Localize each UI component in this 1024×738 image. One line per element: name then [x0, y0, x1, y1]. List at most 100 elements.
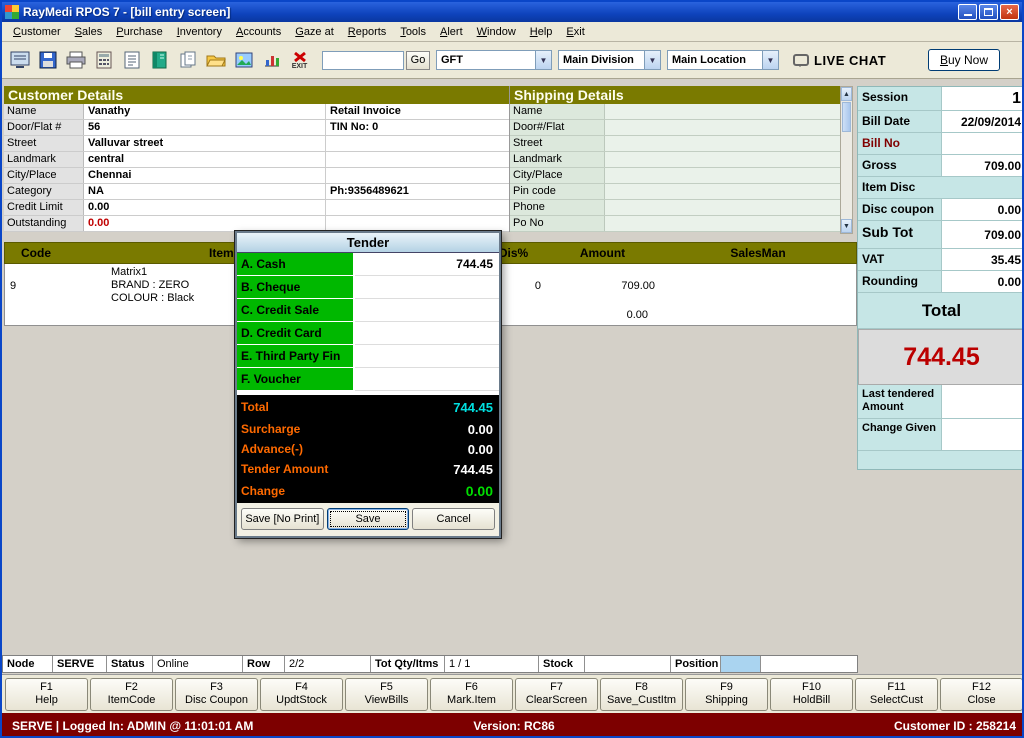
menu-customer[interactable]: Customer: [6, 24, 68, 40]
node-label: Node: [3, 656, 53, 672]
exit-icon[interactable]: EXIT: [286, 46, 313, 74]
ledger-icon[interactable]: [146, 46, 173, 74]
summary-gross: Gross 709.00: [858, 155, 1022, 177]
summary-session: Session 1: [858, 87, 1022, 111]
buy-now-button[interactable]: Buy Now: [928, 49, 1000, 71]
shipping-row-cityplace: City/Place: [510, 168, 840, 184]
tender-change-row: Change 0.00: [237, 479, 499, 503]
shipping-row-pincode: Pin code: [510, 184, 840, 200]
customer-row-category: Category NA Ph:9356489621: [4, 184, 509, 200]
maximize-button[interactable]: [979, 4, 998, 20]
shipping-row-phone: Phone: [510, 200, 840, 216]
tender-total-row: Total 744.45: [237, 395, 499, 419]
position-label: Position: [671, 656, 721, 672]
summary-filler: [858, 451, 1022, 469]
close-button[interactable]: ×: [1000, 4, 1019, 20]
menu-window[interactable]: Window: [470, 24, 523, 40]
f10-holdbill-button[interactable]: F10 HoldBill: [770, 677, 853, 711]
menu-alert[interactable]: Alert: [433, 24, 470, 40]
shipping-details-panel: Shipping Details Name Door#/Flat Street …: [510, 86, 840, 232]
menu-purchase[interactable]: Purchase: [109, 24, 169, 40]
f4-updtstock-button[interactable]: F4 UpdtStock: [260, 677, 343, 711]
save-button[interactable]: Save: [326, 508, 410, 530]
scrollbar-track[interactable]: [841, 101, 852, 219]
menu-exit[interactable]: Exit: [559, 24, 591, 40]
tender-advance-row: Advance(-) 0.00: [237, 439, 499, 459]
stock-label: Stock: [539, 656, 585, 672]
f6-mark-item-button[interactable]: F6 Mark.Item: [430, 677, 513, 711]
menu-reports[interactable]: Reports: [341, 24, 394, 40]
summary-total-label: Total: [858, 293, 1022, 329]
menu-tools[interactable]: Tools: [393, 24, 433, 40]
chevron-down-icon[interactable]: ▼: [762, 51, 778, 69]
row-label: Row: [243, 656, 285, 672]
app-icon: [5, 5, 19, 19]
open-folder-icon[interactable]: [202, 46, 229, 74]
shipping-scrollbar[interactable]: ▲ ▼: [840, 86, 853, 234]
menu-inventory[interactable]: Inventory: [170, 24, 229, 40]
live-chat-link[interactable]: LIVE CHAT: [793, 53, 886, 68]
f12-close-button[interactable]: F12 Close: [940, 677, 1022, 711]
shipping-row-landmark: Landmark: [510, 152, 840, 168]
tender-row-voucher: F. Voucher: [237, 368, 499, 391]
customer-details-title: Customer Details: [4, 86, 509, 104]
f11-selectcust-button[interactable]: F11 SelectCust: [855, 677, 938, 711]
customer-row-name: Name Vanathy Retail Invoice: [4, 104, 509, 120]
item-subtotal-amount: 0.00: [626, 309, 648, 321]
bill-summary-panel: Session 1 Bill Date 22/09/2014 Bill No G…: [857, 86, 1022, 470]
chat-bubble-icon: [793, 54, 809, 67]
cancel-button[interactable]: Cancel: [412, 508, 496, 530]
row-value: 2/2: [285, 656, 371, 672]
chevron-down-icon[interactable]: ▼: [644, 51, 660, 69]
minimize-button[interactable]: [958, 4, 977, 20]
documents-icon[interactable]: [174, 46, 201, 74]
print-icon[interactable]: [62, 46, 89, 74]
company-select[interactable]: GFT ▼: [436, 50, 552, 70]
scrollbar-thumb[interactable]: [842, 102, 851, 132]
tender-amount-row: Tender Amount 744.45: [237, 459, 499, 479]
calculator-icon[interactable]: [90, 46, 117, 74]
customer-row-cityplace: City/Place Chennai: [4, 168, 509, 184]
status-label: Status: [107, 656, 153, 672]
save-bill-icon[interactable]: [34, 46, 61, 74]
totqty-value: 1 / 1: [445, 656, 539, 672]
item-amount: 709.00: [621, 280, 655, 292]
position-value: [721, 656, 761, 672]
save-no-print-button[interactable]: Save [No Print]: [241, 508, 324, 530]
customer-id: Customer ID : 258214: [893, 718, 1017, 733]
shipping-row-pono: Po No: [510, 216, 840, 232]
shipping-details-title: Shipping Details: [510, 86, 840, 104]
f5-viewbills-button[interactable]: F5 ViewBills: [345, 677, 428, 711]
f8-save-custitm-button[interactable]: F8 Save_CustItm: [600, 677, 683, 711]
window-title: RayMedi RPOS 7 - [bill entry screen]: [23, 5, 231, 19]
f1-help-button[interactable]: F1 Help: [5, 677, 88, 711]
f9-shipping-button[interactable]: F9 Shipping: [685, 677, 768, 711]
summary-bill-no: Bill No: [858, 133, 1022, 155]
menu-gaze-at[interactable]: Gaze at: [288, 24, 341, 40]
customer-row-creditlimit: Credit Limit 0.00: [4, 200, 509, 216]
division-select[interactable]: Main Division ▼: [558, 50, 661, 70]
go-button[interactable]: Go: [406, 50, 430, 70]
f2-itemcode-button[interactable]: F2 ItemCode: [90, 677, 173, 711]
shipping-row-street: Street: [510, 136, 840, 152]
f7-clearscreen-button[interactable]: F7 ClearScreen: [515, 677, 598, 711]
customer-row-doorflat: Door/Flat # 56 TIN No: 0: [4, 120, 509, 136]
image-icon[interactable]: [230, 46, 257, 74]
node-value: SERVE: [53, 656, 107, 672]
f3-disc-coupon-button[interactable]: F3 Disc Coupon: [175, 677, 258, 711]
customer-row-outstanding: Outstanding 0.00: [4, 216, 509, 232]
chevron-down-icon[interactable]: ▼: [535, 51, 551, 69]
menu-sales[interactable]: Sales: [68, 24, 110, 40]
scroll-down-icon[interactable]: ▼: [841, 219, 852, 233]
tender-dialog: Tender A. Cash 744.45 B. Cheque C. Credi…: [234, 230, 502, 539]
quick-search-input[interactable]: [322, 50, 404, 70]
item-list-icon[interactable]: [118, 46, 145, 74]
chart-icon[interactable]: [258, 46, 285, 74]
menu-help[interactable]: Help: [523, 24, 560, 40]
location-select[interactable]: Main Location ▼: [667, 50, 779, 70]
status-value: Online: [153, 656, 243, 672]
tender-row-cheque: B. Cheque: [237, 276, 499, 299]
scroll-up-icon[interactable]: ▲: [841, 87, 852, 101]
menu-accounts[interactable]: Accounts: [229, 24, 288, 40]
bill-entry-icon[interactable]: [6, 46, 33, 74]
